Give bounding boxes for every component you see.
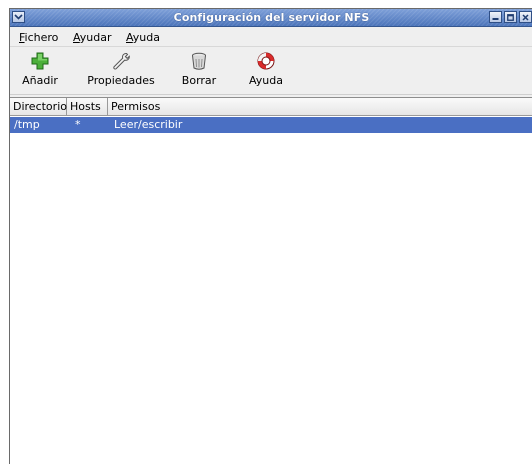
table-row[interactable]: /tmp * Leer/escribir [10,117,532,133]
properties-label: Propiedades [87,74,155,87]
menu-ayudar[interactable]: Ayudar [73,31,112,44]
cell-hosts: * [75,118,81,131]
properties-button[interactable]: Propiedades [81,49,161,93]
maximize-button[interactable] [504,11,517,23]
help-button[interactable]: Ayuda [243,49,289,93]
menu-fichero[interactable]: Fichero [19,31,58,44]
column-header-permisos[interactable]: Permisos [108,98,532,115]
add-label: Añadir [22,74,58,87]
cell-permissions: Leer/escribir [114,118,183,131]
window-controls [489,11,532,23]
menu-ayuda[interactable]: Ayuda [126,31,160,44]
trash-can-icon [192,52,206,70]
delete-button[interactable]: Borrar [176,49,222,93]
life-ring-icon [257,52,275,70]
close-button[interactable] [519,11,532,23]
cell-directory: /tmp [14,118,40,131]
delete-label: Borrar [181,74,217,87]
help-label: Ayuda [249,74,283,87]
list-header: Directorio Hosts Permisos [10,98,532,116]
title-bar[interactable]: Configuración del servidor NFS [10,9,532,27]
shares-list[interactable]: Directorio Hosts Permisos /tmp * Leer/es… [10,97,532,464]
add-button[interactable]: Añadir [17,49,63,93]
green-plus-icon [31,52,49,70]
column-header-hosts[interactable]: Hosts [67,98,108,115]
minimize-icon [492,17,499,20]
menu-ayudar-mnemonic: A [73,31,80,44]
menu-bar: Fichero Ayudar Ayuda [10,27,532,47]
wrench-icon [113,53,130,70]
toolbar: Añadir Propiedades Borrar Ayuda [10,47,532,95]
nfs-server-config-window: Configuración del servidor NFS Fichero A… [9,8,532,464]
column-header-directorio[interactable]: Directorio [10,98,67,115]
minimize-button[interactable] [489,11,502,23]
menu-ayuda-label: yuda [132,31,160,44]
maximize-icon [507,13,514,21]
menu-ayudar-label: yudar [79,31,112,44]
menu-ayuda-mnemonic: A [126,31,133,44]
close-icon [522,13,529,21]
menu-fichero-label: ichero [24,31,59,44]
window-title: Configuración del servidor NFS [173,11,370,24]
